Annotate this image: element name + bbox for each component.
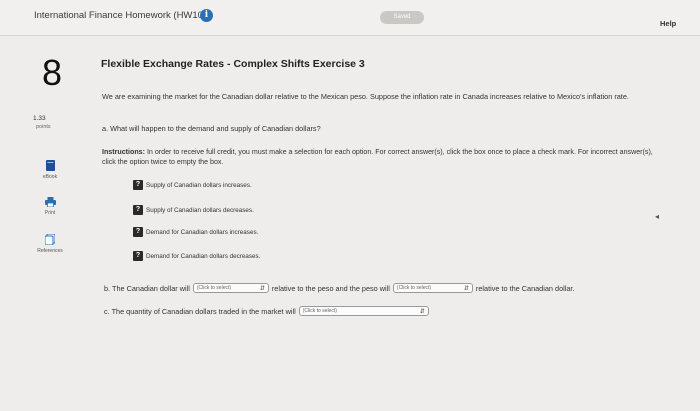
option-checkbox[interactable]: ?: [133, 227, 143, 237]
ebook-button[interactable]: eBook: [25, 160, 75, 180]
peso-change-select[interactable]: (Click to select) ⇵: [392, 283, 473, 293]
option-supply-decreases[interactable]: ? Supply of Canadian dollars decreases.: [133, 204, 254, 216]
select-arrow-icon: ⇵: [419, 308, 425, 315]
references-button[interactable]: References: [25, 234, 75, 254]
saved-status-badge: Saved: [380, 11, 424, 24]
top-bar: International Finance Homework (HW10) i …: [0, 0, 700, 36]
option-label: Supply of Canadian dollars decreases.: [146, 206, 254, 214]
select-placeholder: (Click to select): [302, 308, 337, 314]
print-label: Print: [44, 210, 56, 216]
part-b-sentence: b. The Canadian dollar will (Click to se…: [104, 283, 574, 293]
part-a-prompt: a. What will happen to the demand and su…: [102, 124, 321, 133]
option-demand-increases[interactable]: ? Demand for Canadian dollars increases.: [133, 226, 258, 238]
ebook-label: eBook: [42, 174, 58, 180]
question-number: 8: [42, 52, 63, 93]
select-arrow-icon: ⇵: [259, 285, 265, 292]
points-label: points: [36, 124, 51, 130]
select-placeholder: (Click to select): [396, 285, 432, 291]
part-b-end: relative to the Canadian dollar.: [475, 283, 575, 293]
part-b-mid: relative to the peso and the peso will: [271, 283, 390, 293]
quantity-change-select[interactable]: (Click to select) ⇵: [298, 306, 429, 316]
option-checkbox[interactable]: ?: [133, 205, 143, 215]
question-intro: We are examining the market for the Cana…: [102, 92, 629, 101]
info-icon[interactable]: i: [200, 9, 213, 22]
part-c-sentence: c. The quantity of Canadian dollars trad…: [104, 306, 432, 316]
option-checkbox[interactable]: ?: [133, 251, 143, 261]
question-panel: 8 1.33 points eBook Print References Fle…: [0, 36, 700, 411]
points-value: 1.33: [33, 115, 46, 122]
option-checkbox[interactable]: ?: [133, 180, 143, 190]
option-label: Demand for Canadian dollars decreases.: [146, 252, 261, 260]
question-title: Flexible Exchange Rates - Complex Shifts…: [101, 58, 365, 70]
print-button[interactable]: Print: [25, 197, 75, 216]
instructions-label: Instructions:: [102, 148, 145, 156]
option-supply-increases[interactable]: ? Supply of Canadian dollars increases.: [133, 179, 252, 191]
cad-change-select[interactable]: (Click to select) ⇵: [192, 283, 269, 293]
assignment-title: International Finance Homework (HW10): [34, 10, 207, 21]
part-b-start: b. The Canadian dollar will: [104, 283, 190, 293]
option-label: Demand for Canadian dollars increases.: [146, 228, 259, 236]
print-icon: [44, 197, 56, 207]
part-c-start: c. The quantity of Canadian dollars trad…: [104, 306, 296, 316]
ebook-icon: [45, 160, 55, 171]
help-link[interactable]: Help: [660, 19, 676, 28]
references-icon: [45, 234, 55, 245]
option-label: Supply of Canadian dollars increases.: [146, 181, 252, 189]
option-demand-decreases[interactable]: ? Demand for Canadian dollars decreases.: [133, 250, 260, 262]
instructions: Instructions: In order to receive full c…: [102, 148, 662, 167]
instructions-text: In order to receive full credit, you mus…: [102, 148, 653, 166]
select-arrow-icon: ⇵: [463, 285, 469, 292]
select-placeholder: (Click to select): [196, 285, 232, 291]
mouse-cursor-icon: ◂: [655, 212, 660, 221]
references-label: References: [37, 248, 63, 254]
